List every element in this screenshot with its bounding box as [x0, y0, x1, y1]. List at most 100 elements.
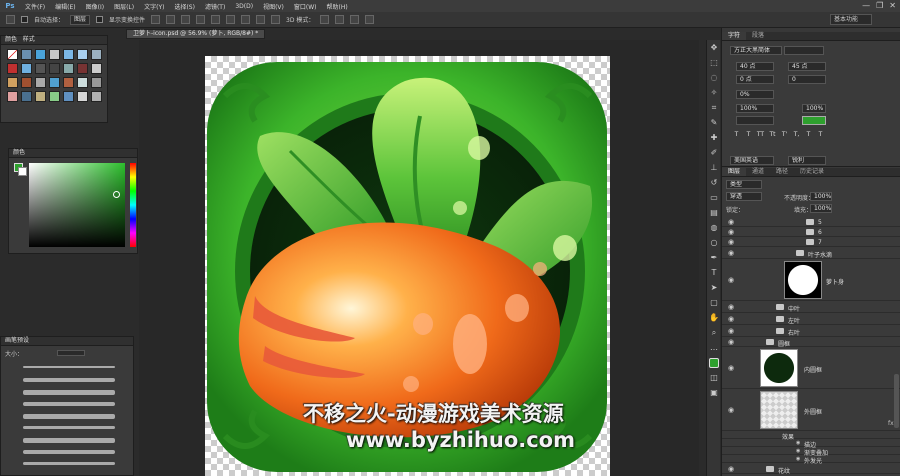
blur-tool-icon[interactable]: ◍ [709, 223, 719, 233]
align-hcenter-icon[interactable] [211, 15, 221, 24]
menu-view[interactable]: 视图(V) [258, 2, 289, 11]
brush-preset[interactable] [5, 363, 125, 372]
auto-select-checkbox[interactable] [21, 16, 28, 23]
brush-tool-icon[interactable]: ✐ [709, 148, 719, 158]
layer-row[interactable]: ◉ 圆框 [722, 337, 900, 348]
pen-tool-icon[interactable]: ✒ [709, 253, 719, 263]
style-swatch[interactable] [49, 63, 60, 74]
brush-preset[interactable] [5, 435, 125, 444]
tab-history[interactable]: 历史记录 [794, 168, 830, 176]
language-select[interactable]: 美国英语 [730, 156, 774, 165]
text-color-swatch[interactable] [802, 116, 826, 125]
layer-row[interactable]: ◉ 左叶 [722, 313, 900, 325]
visibility-eye-icon[interactable]: ◉ [728, 364, 734, 372]
layer-thumbnail[interactable] [760, 391, 798, 429]
menu-3d[interactable]: 3D(D) [230, 3, 258, 10]
style-swatch[interactable] [21, 77, 32, 88]
visibility-eye-icon[interactable]: ◉ [728, 303, 734, 311]
brush-preset[interactable] [5, 459, 125, 468]
visibility-eye-icon[interactable]: ◉ [728, 238, 734, 246]
screen-mode-icon[interactable]: ▣ [709, 388, 719, 398]
visibility-eye-icon[interactable]: ◉ [728, 218, 734, 226]
faux-bold-button[interactable]: T [732, 130, 741, 139]
marquee-tool-icon[interactable]: ⬚ [709, 58, 719, 68]
layer-thumbnail[interactable] [760, 349, 798, 387]
style-swatch[interactable] [77, 63, 88, 74]
font-style-select[interactable] [784, 46, 824, 55]
font-size-field[interactable]: 40 点 [736, 62, 774, 71]
style-swatch[interactable] [91, 91, 102, 102]
tab-swatches[interactable]: 颜色 [5, 36, 17, 43]
tracking-field[interactable]: 0 [788, 75, 826, 84]
superscript-button[interactable]: T' [780, 130, 789, 139]
3d-pan-icon[interactable] [350, 15, 360, 24]
vertical-scale-field[interactable]: 100% [736, 104, 774, 113]
zoom-tool-icon[interactable]: ⌕ [709, 328, 719, 338]
fill-field[interactable]: 100% [810, 204, 832, 213]
layer-mask-thumbnail[interactable] [784, 261, 822, 299]
eraser-icon[interactable]: ▭ [709, 193, 719, 203]
hue-slider[interactable] [130, 163, 136, 247]
quick-mask-icon[interactable]: ◫ [709, 373, 719, 383]
more-tools-icon[interactable]: … [709, 343, 719, 353]
show-transform-checkbox[interactable] [96, 16, 104, 23]
leading-field[interactable]: 45 点 [788, 62, 826, 71]
layer-row[interactable]: ◉ 6 [722, 227, 900, 237]
clone-stamp-icon[interactable]: ⊥ [709, 163, 719, 173]
type-tool-icon[interactable]: T [709, 268, 719, 278]
menu-type[interactable]: 文字(Y) [139, 2, 169, 11]
align-bottom-icon[interactable] [181, 15, 191, 24]
style-swatch[interactable] [63, 49, 74, 60]
eyedropper-icon[interactable]: ✎ [709, 118, 719, 128]
all-caps-button[interactable]: TT [756, 130, 765, 139]
menu-image[interactable]: 图像(I) [81, 2, 109, 11]
3d-rotate-icon[interactable] [320, 15, 330, 24]
layer-row[interactable]: ◉ 萝卜身 [722, 259, 900, 301]
visibility-eye-icon[interactable]: ◉ [728, 249, 734, 257]
underline-button[interactable]: T [804, 130, 813, 139]
brush-preset[interactable] [5, 423, 125, 432]
distribute-3-icon[interactable] [271, 15, 281, 24]
visibility-eye-icon[interactable]: ◉ [728, 338, 734, 346]
brush-preset[interactable] [5, 387, 125, 396]
kerning-field[interactable]: 0 点 [736, 75, 774, 84]
3d-roll-icon[interactable] [335, 15, 345, 24]
layer-filter-select[interactable]: 类型 [726, 180, 762, 189]
font-family-select[interactable]: 方正大黑简体 [730, 46, 782, 55]
horizontal-scale-field[interactable]: 100% [802, 104, 826, 113]
style-swatch[interactable] [35, 77, 46, 88]
crop-tool-icon[interactable]: ⌗ [709, 103, 719, 113]
style-swatch[interactable] [91, 49, 102, 60]
dodge-tool-icon[interactable]: ○ [709, 238, 719, 248]
visibility-eye-icon[interactable]: ◉ [728, 228, 734, 236]
background-color-chip[interactable] [18, 167, 27, 176]
gradient-tool-icon[interactable]: ▤ [709, 208, 719, 218]
style-swatch[interactable] [7, 77, 18, 88]
small-caps-button[interactable]: Tt [768, 130, 777, 139]
path-select-icon[interactable]: ➤ [709, 283, 719, 293]
layer-row[interactable]: ◉ 中叶 [722, 301, 900, 313]
menu-file[interactable]: 文件(F) [20, 2, 50, 11]
brush-preset[interactable] [5, 411, 125, 420]
menu-window[interactable]: 窗口(W) [289, 2, 322, 11]
visibility-eye-icon[interactable]: ◉ [728, 315, 734, 323]
style-swatch[interactable] [7, 91, 18, 102]
style-swatch[interactable] [21, 49, 32, 60]
brush-preset[interactable] [5, 447, 125, 456]
style-swatch[interactable] [63, 63, 74, 74]
style-swatch[interactable] [77, 77, 88, 88]
layer-row[interactable]: ◉ 内圆框 [722, 347, 900, 389]
layer-row[interactable]: ◉ 花纹 [722, 464, 900, 475]
style-swatch[interactable] [91, 77, 102, 88]
align-left-icon[interactable] [196, 15, 206, 24]
style-swatch[interactable] [63, 91, 74, 102]
color-saturation-field[interactable] [29, 163, 125, 247]
tab-styles[interactable]: 样式 [23, 36, 35, 43]
layer-row[interactable]: ◉ 叶子水滴 [722, 247, 900, 259]
style-swatch[interactable] [49, 77, 60, 88]
hand-tool-icon[interactable]: ✋ [709, 313, 719, 323]
menu-edit[interactable]: 编辑(E) [50, 2, 80, 11]
lasso-tool-icon[interactable]: ◌ [709, 73, 719, 83]
workspace-dropdown[interactable]: 基本功能 [830, 14, 872, 25]
tsume-field[interactable]: 0% [736, 90, 774, 99]
